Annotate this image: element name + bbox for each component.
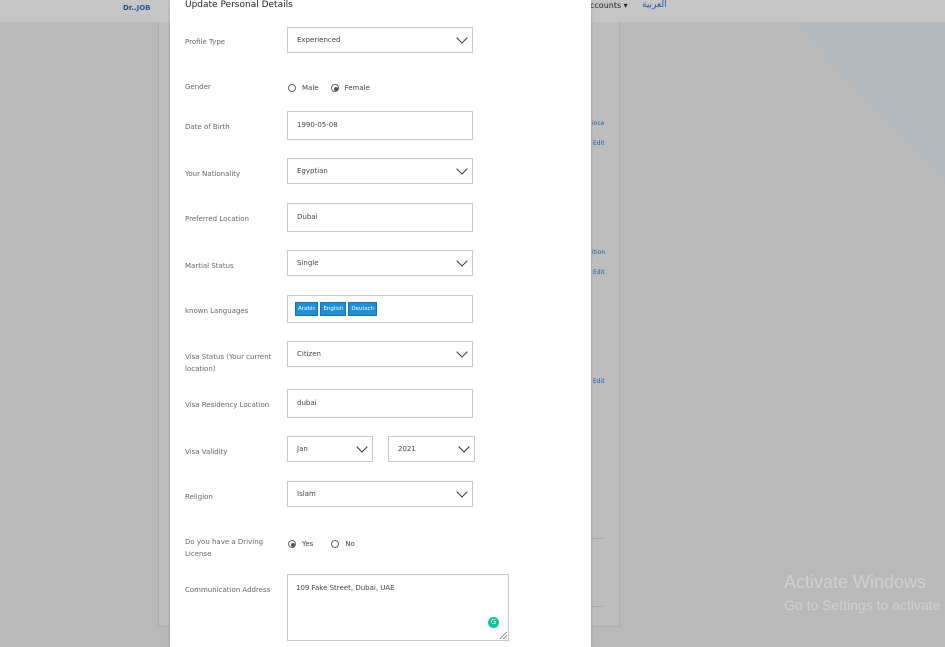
chevron-down-icon xyxy=(456,32,468,44)
visa-validity-label: Visa Validity xyxy=(185,448,228,456)
address-value: 109 Fake Street, Dubai, UAE xyxy=(296,584,395,592)
site-logo[interactable]: Dr..JOB xyxy=(123,4,150,12)
religion-label: Religion xyxy=(185,493,213,501)
visa-status-select[interactable]: Citizen xyxy=(287,341,473,367)
driving-license-radio-group: Yes No xyxy=(288,540,367,548)
religion-select[interactable]: Islam xyxy=(287,481,473,507)
languages-tag-input[interactable]: Arabic English Deutsch xyxy=(287,295,473,323)
chevron-down-icon xyxy=(456,255,468,267)
chevron-down-icon xyxy=(456,163,468,175)
dob-input[interactable]: 1990-05-08 xyxy=(287,111,473,140)
visa-residency-label: Visa Residency Location xyxy=(185,401,270,409)
dob-label: Date of Birth xyxy=(185,123,230,131)
gender-male-radio[interactable] xyxy=(288,84,296,92)
preferred-location-input[interactable]: Dubai xyxy=(287,203,473,232)
windows-watermark-title: Activate Windows xyxy=(784,572,927,592)
divider xyxy=(592,538,603,539)
chevron-down-icon xyxy=(456,346,468,358)
gender-radio-group: Male Female xyxy=(288,84,382,92)
bg-edit-link[interactable]: Edit xyxy=(593,269,605,276)
marital-status-label: Martial Status xyxy=(185,262,234,270)
driving-license-label: Do you have a Driving License xyxy=(185,538,264,558)
bg-edit-link[interactable]: Edit xyxy=(593,140,605,147)
grammarly-icon[interactable]: G xyxy=(488,617,499,628)
language-tag[interactable]: English xyxy=(320,302,347,316)
nationality-select[interactable]: Egyptian xyxy=(287,158,473,184)
address-textarea[interactable]: 109 Fake Street, Dubai, UAE G xyxy=(287,574,509,641)
gender-female-radio[interactable] xyxy=(330,84,339,92)
language-link[interactable]: العربية xyxy=(642,0,667,10)
visa-status-value: Citizen xyxy=(297,350,321,358)
profile-type-value: Experienced xyxy=(297,36,341,44)
bg-link-education[interactable]: ition xyxy=(592,249,605,256)
profile-type-label: Profile Type xyxy=(185,38,226,46)
languages-label: known Languages xyxy=(185,307,249,315)
chevron-down-icon xyxy=(458,441,470,453)
visa-residency-input[interactable]: dubai xyxy=(287,389,473,418)
gender-female-label: Female xyxy=(344,84,370,92)
gender-label: Gender xyxy=(185,83,211,91)
visa-status-label: Visa Status (Your current location) xyxy=(185,353,272,373)
chevron-down-icon xyxy=(456,486,468,498)
address-label: Communication Address xyxy=(185,586,271,594)
marital-status-select[interactable]: Single xyxy=(287,250,473,276)
visa-validity-year-select[interactable]: 2021 xyxy=(388,436,475,462)
accounts-menu[interactable]: ccounts ▾ xyxy=(590,1,628,10)
language-tag[interactable]: Deutsch xyxy=(348,302,377,316)
profile-type-select[interactable]: Experienced xyxy=(287,27,473,53)
visa-year-value: 2021 xyxy=(398,445,416,453)
visa-validity-month-select[interactable]: Jan xyxy=(287,436,373,462)
marital-status-value: Single xyxy=(297,259,319,267)
language-tag[interactable]: Arabic xyxy=(295,302,319,316)
driving-license-yes-radio[interactable] xyxy=(288,540,296,548)
driving-license-yes-label: Yes xyxy=(302,540,314,548)
religion-value: Islam xyxy=(297,490,316,498)
gender-male-label: Male xyxy=(302,84,319,92)
resize-handle-icon[interactable] xyxy=(500,632,507,639)
driving-license-no-radio[interactable] xyxy=(331,540,340,548)
chevron-down-icon xyxy=(356,441,368,453)
bg-edit-link[interactable]: Edit xyxy=(593,378,605,385)
bg-link-experience[interactable]: ince xyxy=(592,120,604,127)
visa-month-value: Jan xyxy=(297,445,308,453)
update-personal-details-modal: Update Personal Details Profile Type Exp… xyxy=(170,0,591,647)
divider xyxy=(592,606,603,607)
background-decoration xyxy=(795,22,945,182)
modal-title: Update Personal Details xyxy=(185,0,293,10)
nationality-value: Egyptian xyxy=(297,167,328,175)
windows-watermark-subtitle: Go to Settings to activate xyxy=(784,597,941,613)
nationality-label: Your Nationality xyxy=(185,170,241,178)
preferred-location-label: Preferred Location xyxy=(185,215,249,223)
driving-license-no-label: No xyxy=(345,540,355,548)
